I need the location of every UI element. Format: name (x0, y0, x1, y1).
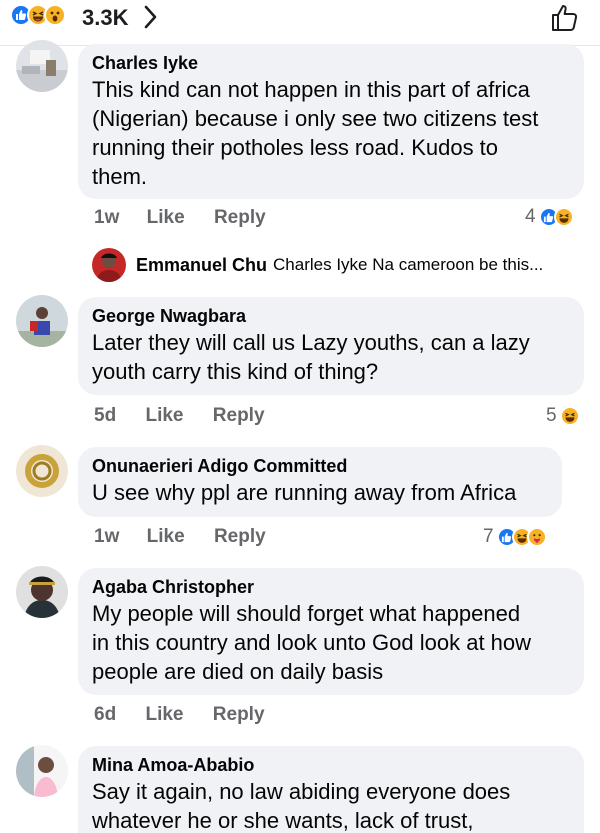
like-link[interactable]: Like (147, 526, 185, 547)
comment-meta: 1w Like Reply (94, 526, 266, 548)
like-link[interactable]: Like (147, 207, 185, 228)
reactions-bar[interactable]: 3.3K (0, 0, 600, 46)
reply-link[interactable]: Reply (214, 207, 266, 228)
comment-text-line: My people will should forget what happen… (92, 601, 521, 626)
comment-text-line: Say it again, no law abiding everyone do… (92, 779, 511, 804)
comment-reactions[interactable]: 5 (546, 405, 580, 427)
comment-time[interactable]: 1w (94, 207, 119, 228)
comment-reactions[interactable]: 4 (525, 206, 574, 228)
avatar[interactable] (16, 566, 68, 618)
reaction-icons (10, 4, 66, 26)
comment-text-line: This kind can not happen in this part of… (92, 77, 530, 102)
avatar[interactable] (92, 248, 126, 282)
reply-text: Charles Iyke Na cameroon be this... (273, 255, 544, 274)
comment-author[interactable]: Mina Amoa-Ababio (92, 753, 570, 777)
reply-author[interactable]: Emmanuel Chu (136, 255, 267, 276)
comment-text-line: whatever he or she wants, lack of trust, (92, 808, 474, 833)
reply-link[interactable]: Reply (213, 405, 265, 426)
comment-text-line: (Nigerian) because i only see two citize… (92, 106, 539, 131)
like-link[interactable]: Like (145, 704, 183, 725)
haha-icon (553, 207, 574, 227)
reaction-count[interactable]: 3.3K (82, 5, 128, 31)
wow-icon (44, 4, 66, 26)
reaction-count: 7 (483, 526, 494, 547)
comment-author[interactable]: Onunaerieri Adigo Committed (92, 454, 548, 478)
avatar[interactable] (16, 295, 68, 347)
comment-reactions[interactable]: 7 (483, 526, 547, 548)
comment-text-line: them. (92, 164, 148, 189)
like-link[interactable]: Like (145, 405, 183, 426)
comment-text-line: U see why ppl are running away from Afri… (92, 480, 517, 505)
comment-time[interactable]: 1w (94, 526, 119, 547)
avatar[interactable] (16, 445, 68, 497)
avatar[interactable] (16, 40, 68, 92)
reply-link[interactable]: Reply (214, 526, 266, 547)
comment-bubble: Onunaerieri Adigo Committed U see why pp… (78, 447, 562, 517)
reply-link[interactable]: Reply (213, 704, 265, 725)
comment-time[interactable]: 5d (94, 405, 116, 426)
reaction-count: 4 (525, 206, 536, 227)
reply-preview[interactable]: Emmanuel Chu Charles Iyke Na cameroon be… (92, 248, 543, 282)
comment-bubble: Mina Amoa-Ababio Say it again, no law ab… (78, 746, 584, 833)
chevron-right-icon[interactable] (143, 4, 159, 35)
comment-bubble: Agaba Christopher My people will should … (78, 568, 584, 695)
comment-author[interactable]: Charles Iyke (92, 51, 570, 75)
comment-text-line: in this country and look unto God look a… (92, 630, 532, 655)
comment-meta: 1w Like Reply (94, 207, 266, 229)
like-thumb-icon[interactable] (550, 3, 580, 38)
haha-icon (559, 406, 580, 426)
comment-meta: 6d Like Reply (94, 704, 265, 726)
comment-text-line: running their potholes less road. Kudos … (92, 135, 499, 160)
comment-meta: 5d Like Reply (94, 405, 265, 427)
comment-author[interactable]: Agaba Christopher (92, 575, 570, 599)
comment-time[interactable]: 6d (94, 704, 116, 725)
comment-author[interactable]: George Nwagbara (92, 304, 570, 328)
care-icon (526, 527, 547, 547)
avatar[interactable] (16, 745, 68, 797)
comment-text-line: people are died on daily basis (92, 659, 384, 684)
comment-bubble: Charles Iyke This kind can not happen in… (78, 44, 584, 199)
reaction-count: 5 (546, 405, 557, 426)
comment-bubble: George Nwagbara Later they will call us … (78, 297, 584, 395)
comment-text-line: Later they will call us Lazy youths, can… (92, 330, 530, 355)
comment-text-line: youth carry this kind of thing? (92, 359, 379, 384)
